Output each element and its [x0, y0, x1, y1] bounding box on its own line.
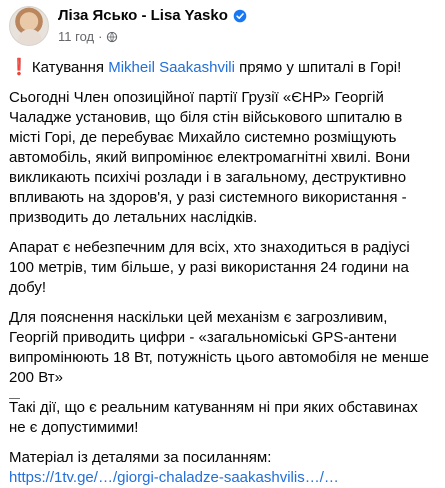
post-content: ❗ Катування Mikheil Saakashvili прямо у ш…	[9, 58, 437, 488]
link-intro: Матеріал із деталями за посиланням:	[9, 449, 272, 466]
time-separator: ·	[98, 29, 103, 44]
post-headline: ❗ Катування Mikheil Saakashvili прямо у ш…	[9, 58, 437, 78]
post-header: Ліза Ясько - Lisa Yasko 11 год ·	[9, 6, 247, 46]
post-paragraph-5: Такі дії, що є реальним катуванням ні пр…	[9, 399, 418, 436]
verified-badge-icon	[233, 9, 247, 23]
facebook-post: Ліза Ясько - Lisa Yasko 11 год · ❗ Катува…	[0, 0, 445, 486]
post-paragraph-2: Сьогодні Член опозиційної партії Грузії …	[9, 89, 411, 226]
headline-before: Катування	[31, 59, 109, 76]
mention-link[interactable]: Mikheil Saakashvili	[108, 59, 235, 76]
bottom-divider	[9, 398, 20, 399]
warning-icon: ❗	[9, 59, 29, 76]
article-link[interactable]: https://1tv.ge/…/giorgi-chaladze-saakash…	[9, 469, 339, 486]
post-time-row: 11 год ·	[58, 28, 247, 45]
author-name[interactable]: Ліза Ясько - Lisa Yasko	[58, 6, 228, 26]
globe-icon	[107, 31, 118, 42]
headline-after: прямо у шпиталі в Горі!	[234, 59, 402, 76]
post-paragraph-6: Матеріал із деталями за посиланням: http…	[9, 448, 437, 488]
author-avatar[interactable]	[9, 6, 49, 46]
post-paragraph-4: Для пояснення наскільки цей механізм є з…	[9, 309, 430, 386]
author-row: Ліза Ясько - Lisa Yasko	[58, 6, 247, 26]
post-meta: Ліза Ясько - Lisa Yasko 11 год ·	[58, 6, 247, 45]
post-paragraph-3: Апарат є небезпечним для всіх, хто знахо…	[9, 239, 410, 296]
post-time[interactable]: 11 год	[58, 28, 94, 45]
